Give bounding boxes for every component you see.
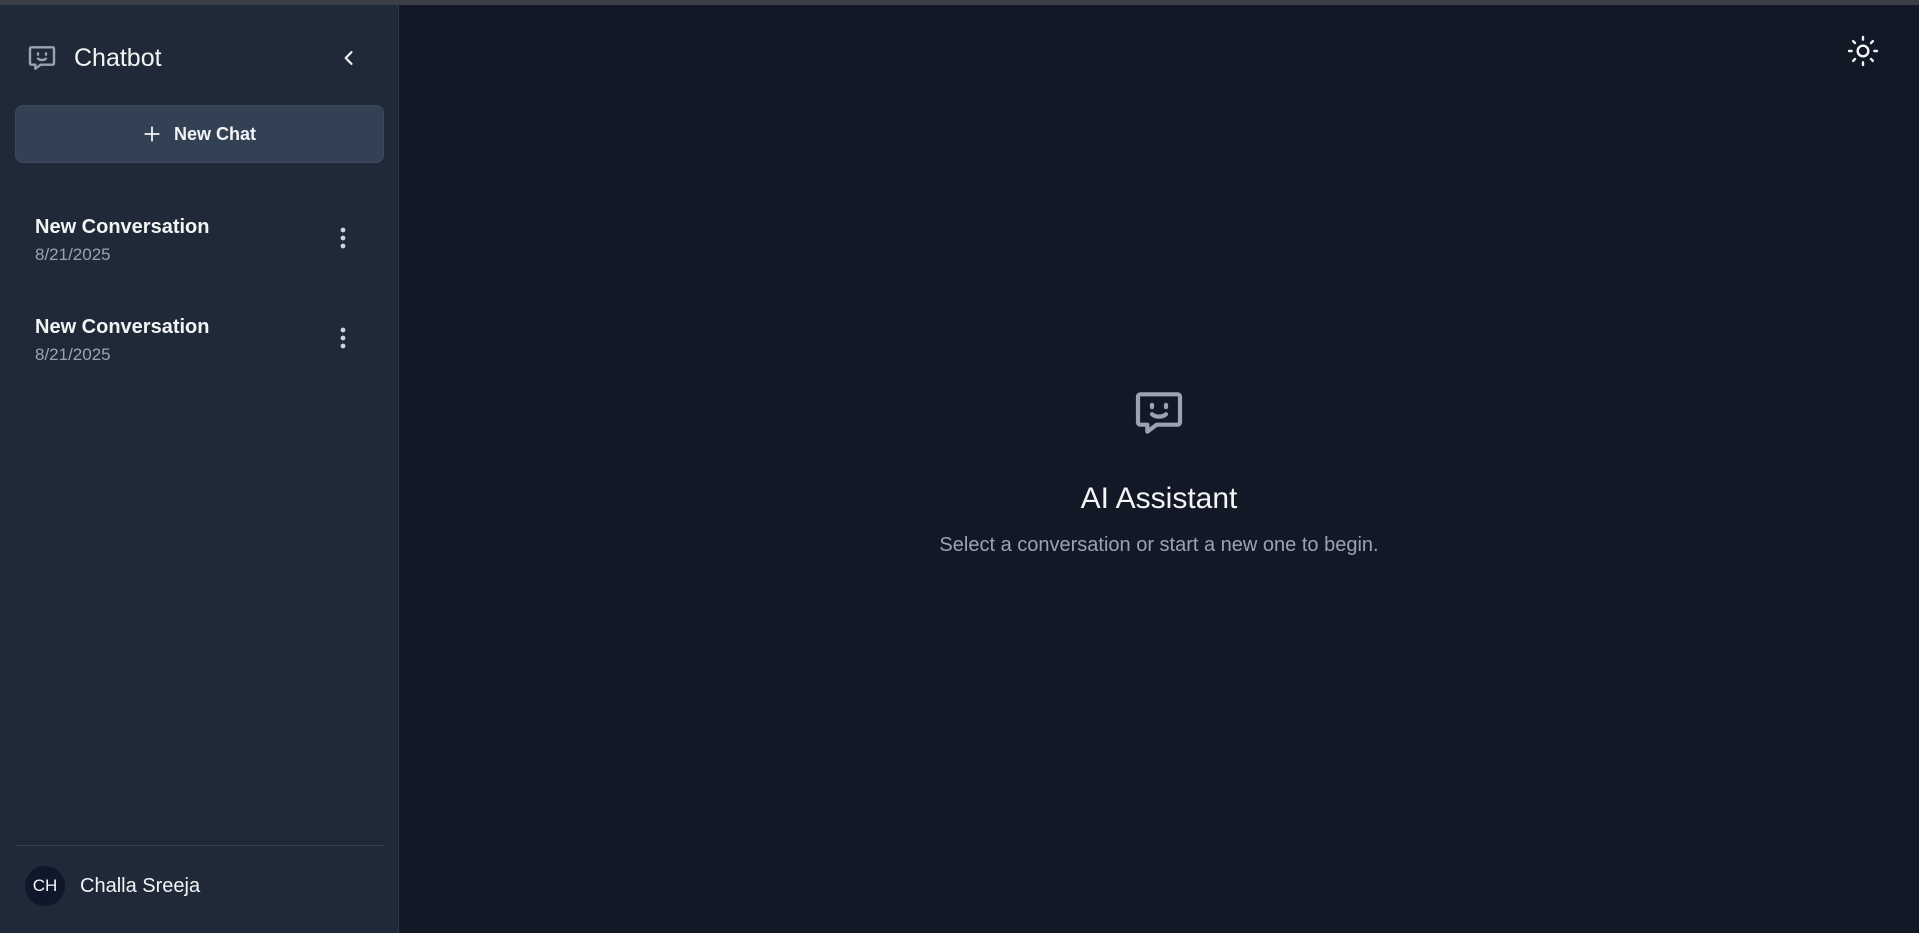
conversation-date: 8/21/2025 xyxy=(35,245,111,264)
conversation-list: New Conversation 8/21/2025 New Conversat… xyxy=(15,198,384,398)
brand: Chatbot xyxy=(26,42,162,74)
app-title: Chatbot xyxy=(74,43,162,72)
conversation-menu-button[interactable] xyxy=(331,222,355,254)
conversation-title: New Conversation xyxy=(35,316,210,338)
main-panel: AI Assistant Select a conversation or st… xyxy=(399,5,1919,933)
theme-toggle-button[interactable] xyxy=(1845,33,1881,69)
empty-state: AI Assistant Select a conversation or st… xyxy=(399,385,1919,557)
sun-icon xyxy=(1847,35,1879,67)
conversation-item[interactable]: New Conversation 8/21/2025 xyxy=(15,298,384,398)
more-vertical-icon xyxy=(340,227,346,249)
new-chat-label: New Chat xyxy=(173,123,256,144)
chat-bubble-smile-icon xyxy=(1131,385,1187,441)
collapse-sidebar-button[interactable] xyxy=(335,44,363,72)
user-profile[interactable]: CH Challa Sreeja xyxy=(15,845,384,933)
chat-bubble-smile-icon xyxy=(26,42,58,74)
empty-state-subtitle: Select a conversation or start a new one… xyxy=(939,534,1379,556)
conversation-item[interactable]: New Conversation 8/21/2025 xyxy=(15,198,384,298)
user-name: Challa Sreeja xyxy=(80,875,201,897)
new-chat-button[interactable]: New Chat xyxy=(15,105,384,163)
conversation-date: 8/21/2025 xyxy=(35,345,111,364)
avatar: CH xyxy=(25,866,65,906)
conversation-title: New Conversation xyxy=(35,216,210,238)
sidebar: Chatbot New Chat New Conversation 8/21/2… xyxy=(0,5,399,933)
plus-icon xyxy=(143,125,161,143)
more-vertical-icon xyxy=(340,327,346,349)
app-root: Chatbot New Chat New Conversation 8/21/2… xyxy=(0,5,1919,933)
chevron-left-icon xyxy=(339,48,359,68)
empty-state-title: AI Assistant xyxy=(1080,482,1238,515)
conversation-menu-button[interactable] xyxy=(331,322,355,354)
